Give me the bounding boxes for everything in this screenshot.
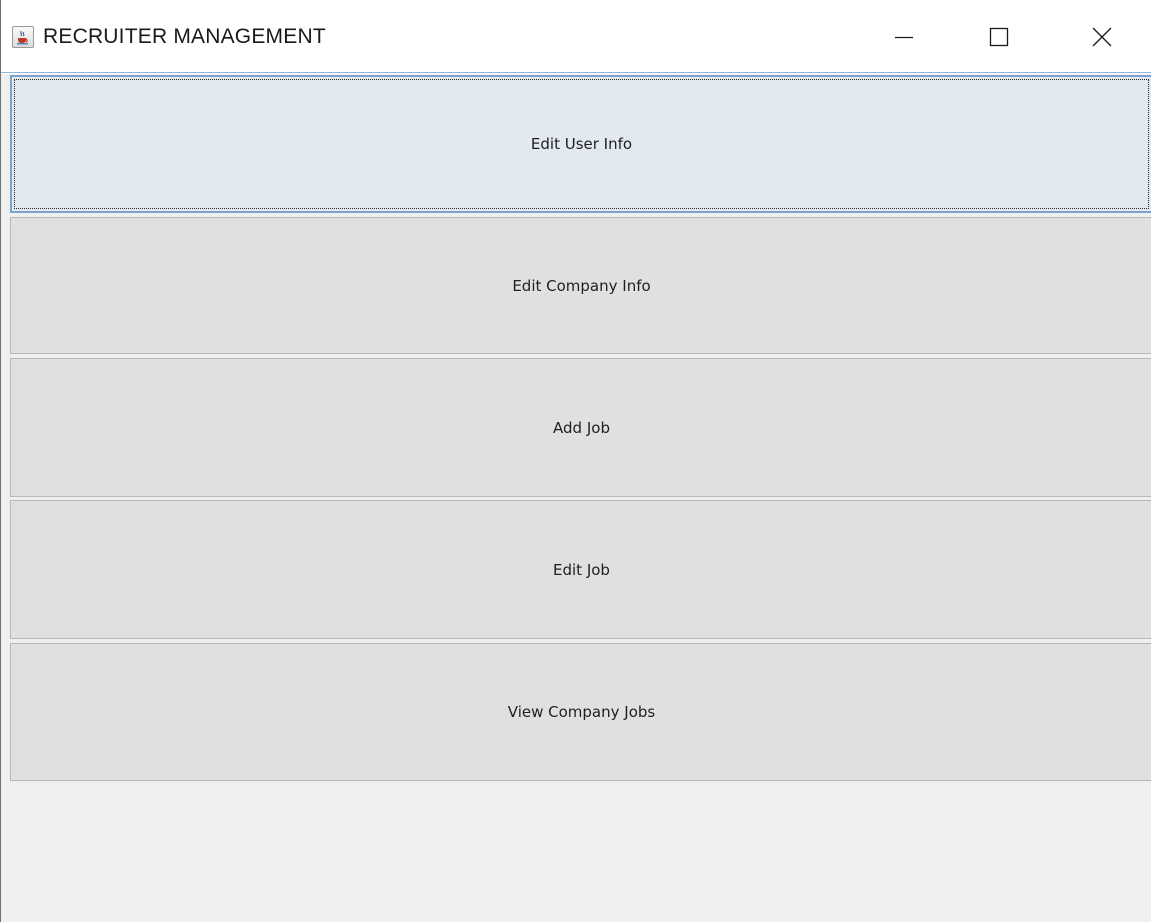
edit-user-info-label: Edit User Info: [530, 135, 633, 153]
edit-job-button[interactable]: Edit Job: [10, 500, 1151, 639]
edit-company-info-label: Edit Company Info: [512, 276, 651, 295]
add-job-button[interactable]: Add Job: [10, 358, 1151, 497]
add-job-label: Add Job: [553, 418, 610, 437]
window-title: RECRUITER MANAGEMENT: [43, 25, 326, 48]
maximize-icon: [989, 27, 1009, 46]
menu-panel: Edit User Info Edit Company Info Add Job…: [1, 74, 1151, 922]
java-cup-icon[interactable]: [12, 26, 34, 48]
title-bar[interactable]: RECRUITER MANAGEMENT: [1, 0, 1151, 73]
view-company-jobs-label: View Company Jobs: [507, 703, 656, 721]
minimize-button[interactable]: [869, 0, 939, 73]
app-window: RECRUITER MANAGEMENT Edit User Info Edit…: [0, 0, 1151, 922]
edit-company-info-button[interactable]: Edit Company Info: [10, 217, 1151, 354]
edit-user-info-button[interactable]: Edit User Info: [10, 75, 1151, 213]
maximize-button[interactable]: [964, 0, 1034, 73]
view-company-jobs-button[interactable]: View Company Jobs: [10, 643, 1151, 781]
close-button[interactable]: [1067, 0, 1137, 73]
minimize-icon: [895, 36, 913, 38]
edit-job-label: Edit Job: [553, 560, 610, 579]
close-icon: [1092, 27, 1112, 46]
